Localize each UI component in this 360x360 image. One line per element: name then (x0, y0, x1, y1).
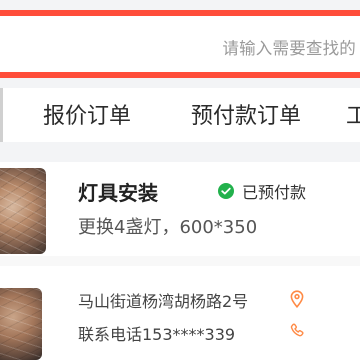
phone-icon[interactable] (289, 322, 305, 338)
tab-divider (0, 88, 3, 142)
check-circle-icon (218, 183, 234, 199)
order-phone: 联系电话153****339 (78, 325, 236, 344)
search-bottom-spacer (0, 78, 360, 88)
order-thumbnail (0, 168, 46, 254)
search-placeholder[interactable]: 请输入需要查找的 (222, 35, 356, 59)
tab-next[interactable]: 工 (346, 98, 360, 130)
location-pin-icon[interactable] (289, 290, 305, 308)
tabs-gap (0, 142, 360, 162)
order-title: 灯具安装 (78, 181, 158, 205)
order-screen: 请输入需要查找的 报价订单 预付款订单 工 灯具安装 已预付款 更换4盏灯，60… (0, 0, 360, 360)
order-address: 马山街道杨湾胡杨路2号 (78, 292, 249, 311)
top-strip (0, 0, 360, 10)
order-thumbnail-secondary (0, 288, 42, 360)
order-status: 已预付款 (218, 179, 306, 203)
tab-prepaid-orders[interactable]: 预付款订单 (191, 98, 301, 130)
row-divider (0, 256, 360, 266)
check-icon-svg (221, 187, 231, 195)
tab-quote-orders[interactable]: 报价订单 (43, 98, 131, 130)
status-label: 已预付款 (242, 183, 307, 202)
order-description: 更换4盏灯，600*350 (78, 217, 258, 238)
